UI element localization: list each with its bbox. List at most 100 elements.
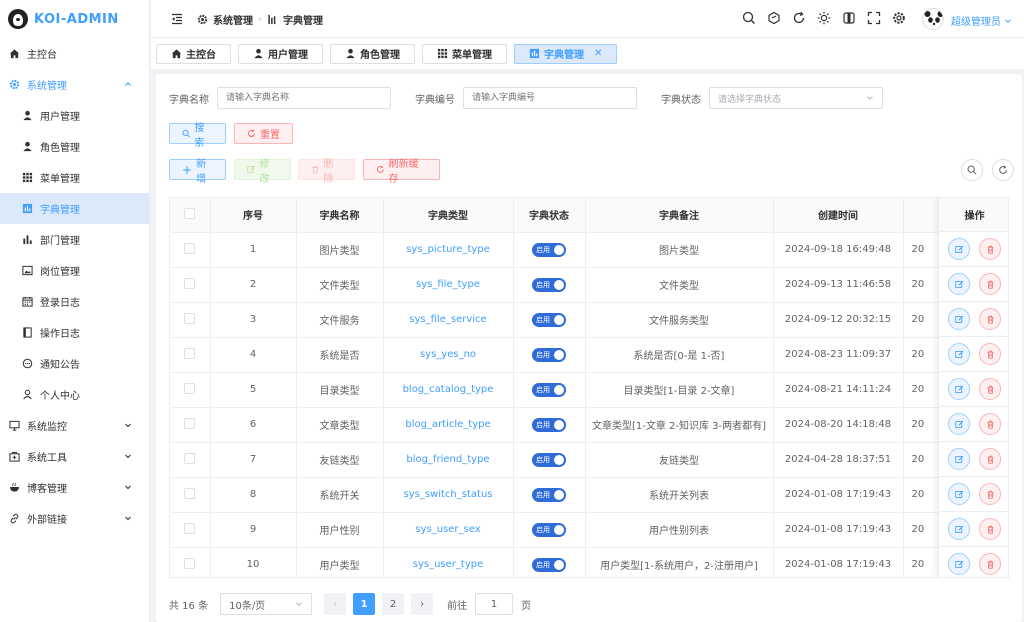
sidebar-item-menus[interactable]: 菜单管理 — [0, 162, 149, 193]
fullscreen-icon[interactable] — [867, 11, 881, 25]
row-delete-button[interactable] — [979, 448, 1001, 470]
cell-type[interactable]: sys_file_type — [383, 267, 514, 303]
status-switch[interactable]: 启用 — [532, 242, 566, 257]
cell-type[interactable]: sys_switch_status — [383, 477, 514, 513]
row-checkbox[interactable] — [184, 312, 196, 324]
status-switch[interactable]: 启用 — [532, 417, 566, 432]
sidebar-item-roles[interactable]: 角色管理 — [0, 131, 149, 162]
delete-button[interactable]: 删除 — [298, 159, 355, 185]
sidebar-item-dictionary[interactable]: 字典管理 — [0, 193, 149, 224]
dict-name-input[interactable] — [217, 87, 391, 109]
status-switch[interactable]: 启用 — [532, 277, 566, 292]
cell-type[interactable]: sys_user_type — [383, 547, 514, 577]
sidebar-item-blog[interactable]: 博客管理 — [0, 472, 149, 503]
search-button[interactable]: 搜索 — [169, 123, 226, 149]
row-checkbox[interactable] — [184, 242, 196, 254]
row-delete-button[interactable] — [979, 553, 1001, 575]
reset-button[interactable]: 重置 — [234, 123, 293, 144]
row-select-cell[interactable] — [170, 407, 211, 443]
search-icon[interactable] — [742, 11, 756, 25]
status-switch[interactable]: 启用 — [532, 522, 566, 537]
cell-type[interactable]: sys_yes_no — [383, 337, 514, 373]
next-page-button[interactable]: › — [411, 593, 434, 615]
row-edit-button[interactable] — [948, 448, 970, 470]
theme-icon[interactable] — [767, 11, 781, 25]
cell-type[interactable]: sys_picture_type — [383, 232, 514, 268]
avatar[interactable] — [922, 8, 944, 30]
row-checkbox[interactable] — [184, 347, 196, 359]
status-switch[interactable]: 启用 — [532, 487, 566, 502]
row-edit-button[interactable] — [948, 273, 970, 295]
sidebar-item-system[interactable]: 系统管理 — [0, 69, 149, 100]
row-edit-button[interactable] — [948, 553, 970, 575]
status-switch[interactable]: 启用 — [532, 557, 566, 572]
sidebar-item-operation-log[interactable]: 操作日志 — [0, 317, 149, 348]
sidebar-item-profile[interactable]: 个人中心 — [0, 379, 149, 410]
row-checkbox[interactable] — [184, 522, 196, 534]
select-all-checkbox[interactable] — [184, 207, 196, 219]
tab-roles[interactable]: 角色管理 — [330, 43, 415, 64]
sidebar-item-login-log[interactable]: 登录日志 — [0, 286, 149, 317]
sidebar-item-positions[interactable]: 岗位管理 — [0, 255, 149, 286]
edit-button[interactable]: 修改 — [234, 159, 291, 185]
cell-type[interactable]: sys_user_sex — [383, 512, 514, 548]
cell-type[interactable]: blog_catalog_type — [383, 372, 514, 408]
row-delete-button[interactable] — [979, 308, 1001, 330]
row-edit-button[interactable] — [948, 238, 970, 260]
row-checkbox[interactable] — [184, 487, 196, 499]
row-delete-button[interactable] — [979, 378, 1001, 400]
sidebar-item-external-links[interactable]: 外部链接 — [0, 503, 149, 534]
row-edit-button[interactable] — [948, 483, 970, 505]
add-button[interactable]: + 新增 — [169, 159, 226, 185]
row-delete-button[interactable] — [979, 238, 1001, 260]
row-select-cell[interactable] — [170, 547, 211, 577]
row-edit-button[interactable] — [948, 378, 970, 400]
menu-fold-icon[interactable] — [171, 13, 183, 25]
row-checkbox[interactable] — [184, 382, 196, 394]
row-select-cell[interactable] — [170, 337, 211, 373]
row-edit-button[interactable] — [948, 518, 970, 540]
refresh-table-button[interactable] — [992, 159, 1014, 181]
row-select-cell[interactable] — [170, 477, 211, 513]
sidebar-item-dashboard[interactable]: 主控台 — [0, 38, 149, 69]
page-2-button[interactable]: 2 — [382, 593, 405, 615]
row-select-cell[interactable] — [170, 372, 211, 408]
refresh-cache-button[interactable]: 刷新缓存 — [363, 159, 440, 185]
row-select-cell[interactable] — [170, 267, 211, 303]
row-delete-button[interactable] — [979, 413, 1001, 435]
user-menu[interactable]: 超级管理员 — [951, 13, 1012, 28]
refresh-icon[interactable] — [792, 11, 806, 25]
tab-users[interactable]: 用户管理 — [238, 43, 323, 64]
row-select-cell[interactable] — [170, 442, 211, 478]
sidebar-item-tools[interactable]: 系统工具 — [0, 441, 149, 472]
row-delete-button[interactable] — [979, 343, 1001, 365]
row-edit-button[interactable] — [948, 413, 970, 435]
close-icon[interactable]: ✕ — [594, 48, 602, 59]
status-switch[interactable]: 启用 — [532, 452, 566, 467]
tab-dictionary[interactable]: 字典管理 ✕ — [514, 43, 618, 64]
layout-icon[interactable] — [842, 11, 856, 25]
row-checkbox[interactable] — [184, 277, 196, 289]
prev-page-button[interactable]: ‹ — [324, 593, 347, 615]
sidebar-item-notices[interactable]: 通知公告 — [0, 348, 149, 379]
select-all-cell[interactable] — [170, 198, 211, 233]
status-switch[interactable]: 启用 — [532, 382, 566, 397]
row-edit-button[interactable] — [948, 343, 970, 365]
row-edit-button[interactable] — [948, 308, 970, 330]
row-delete-button[interactable] — [979, 518, 1001, 540]
sidebar-item-departments[interactable]: 部门管理 — [0, 224, 149, 255]
row-select-cell[interactable] — [170, 512, 211, 548]
toggle-search-button[interactable] — [961, 159, 983, 181]
cell-type[interactable]: blog_friend_type — [383, 442, 514, 478]
row-select-cell[interactable] — [170, 232, 211, 268]
row-checkbox[interactable] — [184, 452, 196, 464]
row-select-cell[interactable] — [170, 302, 211, 338]
sidebar-item-users[interactable]: 用户管理 — [0, 100, 149, 131]
status-switch[interactable]: 启用 — [532, 312, 566, 327]
goto-page-input[interactable]: 1 — [475, 593, 514, 615]
cell-type[interactable]: sys_file_service — [383, 302, 514, 338]
sun-icon[interactable] — [817, 11, 831, 25]
row-delete-button[interactable] — [979, 273, 1001, 295]
logo[interactable]: KOI-ADMIN — [0, 0, 149, 38]
row-checkbox[interactable] — [184, 417, 196, 429]
